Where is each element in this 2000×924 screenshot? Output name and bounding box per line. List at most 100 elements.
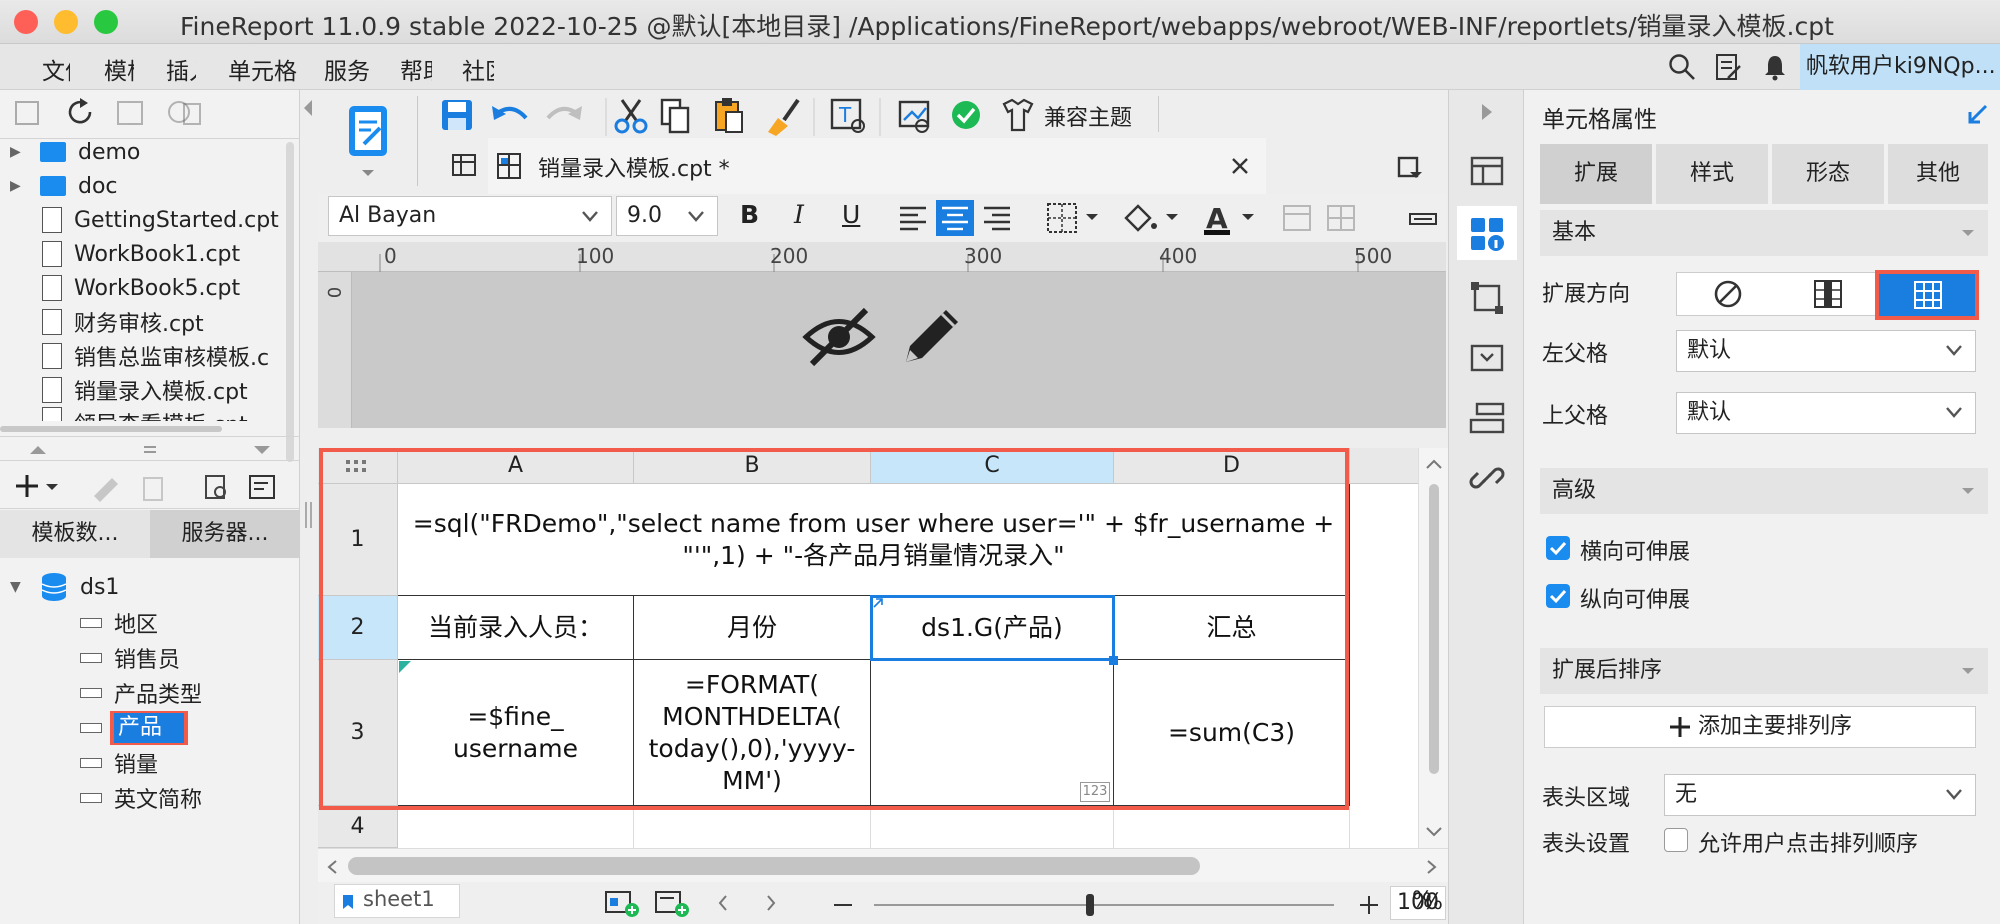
tree-field[interactable]: 销售员 [0, 641, 290, 675]
tab-template-dataset[interactable]: 模板数... [0, 510, 150, 558]
expand-none-button[interactable] [1677, 273, 1777, 315]
section-basic[interactable]: 基本 [1540, 210, 1988, 256]
tree-field[interactable]: 地区 [0, 606, 290, 640]
chevron-down-icon [582, 211, 598, 222]
section-advanced[interactable]: 高级 [1540, 468, 1988, 514]
grid-view-icon[interactable] [450, 150, 478, 180]
theme-icon [1002, 98, 1034, 132]
expand-vertical-button[interactable] [1777, 273, 1877, 315]
font-family-select[interactable]: Al Bayan [328, 196, 612, 236]
menu-cell[interactable]: 单元格 [228, 52, 298, 86]
tree-file[interactable]: WorkBook5.cpt [0, 271, 290, 305]
v-stretch-checkbox[interactable] [1546, 584, 1570, 608]
splitter-handle[interactable] [28, 444, 278, 456]
allow-sort-checkbox[interactable] [1664, 828, 1688, 852]
report-block-icon[interactable] [1469, 400, 1505, 436]
cell-d4[interactable] [1114, 806, 1350, 848]
minimize-window-button[interactable] [54, 10, 78, 34]
hyperlink-icon[interactable] [1469, 460, 1505, 496]
tree-dataset-ds1[interactable]: ▼ ds1 [0, 570, 290, 604]
menu-server[interactable]: 服务 [324, 52, 372, 86]
tree-field[interactable]: 产品类型 [0, 676, 290, 710]
top-parent-select[interactable]: 默认 [1676, 392, 1976, 434]
cell-b4[interactable] [634, 806, 871, 848]
tree-field[interactable]: 英文简称 [0, 781, 290, 815]
tree-folder-doc[interactable]: ▶ doc [0, 169, 290, 203]
tab-list-icon[interactable] [1396, 154, 1426, 180]
underline-button[interactable]: U [842, 200, 860, 229]
header-area-select[interactable]: 无 [1664, 774, 1976, 816]
tree-folder-demo[interactable]: ▶ demo [0, 135, 290, 169]
float-element-icon[interactable] [1469, 280, 1505, 316]
compat-theme-button[interactable]: 兼容主题 [1044, 100, 1132, 132]
cell-a4[interactable] [398, 806, 634, 848]
horizontal-scrollbar[interactable] [318, 848, 1448, 882]
scroll-right-icon[interactable] [1426, 859, 1438, 875]
section-sort[interactable]: 扩展后排序 [1540, 648, 1988, 694]
file-tree-hscrollbar[interactable] [0, 426, 222, 432]
border-icon [1047, 203, 1098, 233]
tree-file[interactable]: GettingStarted.cpt [0, 203, 290, 237]
tree-file[interactable]: 领导查看模板.cpt [0, 407, 290, 421]
collapse-left-icon[interactable] [302, 98, 314, 118]
splitter-grip-icon[interactable] [302, 500, 314, 530]
user-account[interactable]: 帆软用户ki9NQp... [1800, 44, 2000, 90]
bell-icon[interactable] [1762, 53, 1788, 81]
menu-community[interactable]: 社区 [462, 52, 494, 86]
tree-file[interactable]: 销量录入模板.cpt [0, 373, 290, 407]
preview-dataset-icon [205, 475, 226, 499]
tab-template[interactable]: 销量录入模板.cpt * [488, 138, 1266, 194]
pencil-icon[interactable] [900, 302, 966, 368]
sheet-tab[interactable]: sheet1 [334, 884, 460, 918]
param-panel-icon[interactable] [1469, 340, 1505, 376]
tree-label: 销售总监审核模板.c [74, 346, 270, 371]
preview-check-icon [898, 100, 930, 133]
scroll-down-icon[interactable] [1425, 826, 1443, 838]
cell-attr-tab[interactable] [1457, 206, 1517, 260]
file-icon [42, 241, 62, 267]
highlight-frame [319, 448, 1349, 810]
scroll-up-icon[interactable] [1425, 458, 1443, 470]
italic-button[interactable]: I [794, 200, 804, 229]
zoom-window-button[interactable] [94, 10, 118, 34]
close-tab-icon[interactable] [1230, 156, 1250, 176]
tree-field-selected[interactable]: 产品 [0, 711, 290, 745]
expand-panel-icon[interactable] [1964, 100, 1992, 128]
expand-horizontal-button[interactable] [1875, 270, 1979, 320]
tab-expand[interactable]: 扩展 [1540, 144, 1654, 204]
tab-widget[interactable]: 形态 [1772, 144, 1886, 204]
tab-style[interactable]: 样式 [1656, 144, 1770, 204]
checkmark-icon [1549, 589, 1567, 604]
style-group: A [1047, 202, 1437, 235]
widget-icon[interactable] [1469, 152, 1505, 188]
cell-c4[interactable] [871, 806, 1114, 848]
menu-help[interactable]: 帮助 [400, 52, 432, 86]
menu-template[interactable]: 模板 [104, 52, 134, 86]
file-tree-scrollbar[interactable] [286, 142, 294, 462]
hscroll-thumb[interactable] [348, 857, 1200, 875]
bold-button[interactable]: B [740, 200, 759, 229]
search-icon[interactable] [1668, 53, 1696, 81]
tree-field[interactable]: 销量 [0, 746, 290, 780]
scroll-left-icon[interactable] [326, 859, 338, 875]
left-parent-select[interactable]: 默认 [1676, 330, 1976, 372]
tab-other[interactable]: 其他 [1888, 144, 1988, 204]
chevron-down-icon [688, 211, 704, 222]
vertical-scrollbar[interactable] [1418, 448, 1448, 848]
font-size-select[interactable]: 9.0 [616, 196, 718, 236]
hidden-eye-icon[interactable] [802, 304, 876, 370]
h-stretch-checkbox[interactable] [1546, 536, 1570, 560]
zoom-slider[interactable] [832, 890, 1412, 920]
close-window-button[interactable] [14, 10, 38, 34]
add-sort-button[interactable]: 添加主要排列序 [1544, 706, 1976, 748]
menu-file[interactable]: 文件 [42, 52, 70, 86]
tree-file[interactable]: 销售总监审核模板.c [0, 339, 290, 373]
scroll-thumb[interactable] [1429, 484, 1439, 774]
row-header-4[interactable]: 4 [318, 806, 398, 848]
notes-icon[interactable] [1714, 52, 1742, 82]
tab-server-dataset[interactable]: 服务器... [150, 510, 300, 558]
menu-insert[interactable]: 插入 [166, 52, 196, 86]
tree-file[interactable]: 财务审核.cpt [0, 305, 290, 339]
tree-file[interactable]: WorkBook1.cpt [0, 237, 290, 271]
collapse-right-icon[interactable] [1479, 102, 1495, 122]
